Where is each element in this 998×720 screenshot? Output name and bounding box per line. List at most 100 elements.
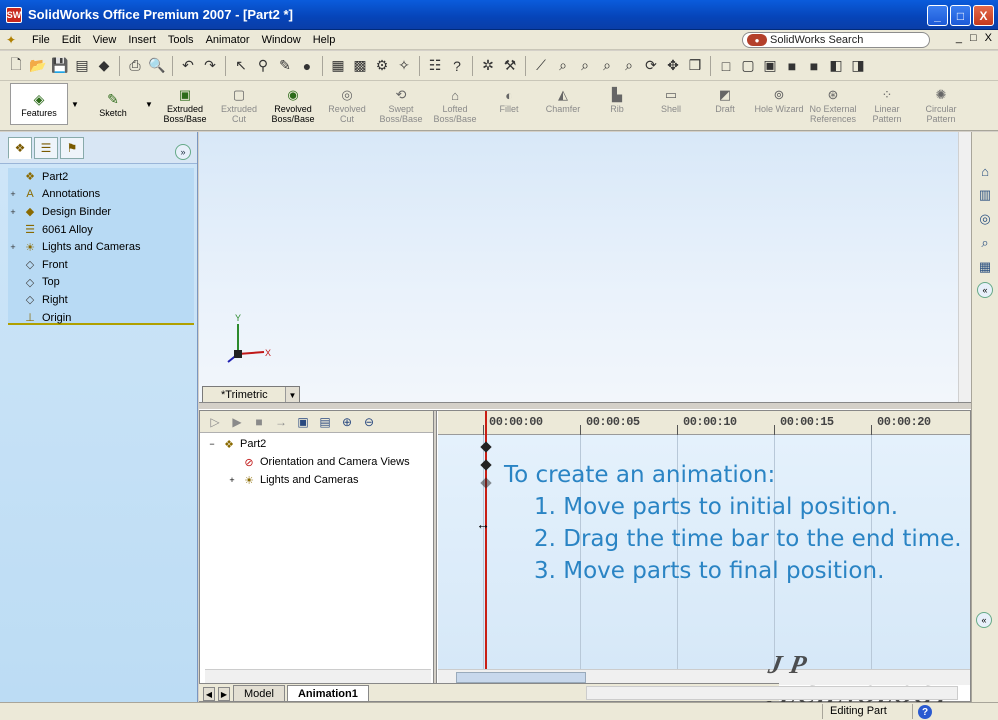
graphics-area[interactable] (199, 132, 971, 402)
configuration-manager-tab-icon[interactable]: ⚑ (60, 136, 84, 159)
tool-chamfer[interactable]: ◭ Chamfer (536, 81, 590, 124)
motion-tree-item[interactable]: + ☀ Lights and Cameras (206, 471, 432, 489)
zoom-selection-icon[interactable]: ⌕ (619, 56, 639, 76)
doc-close-button[interactable]: X (985, 32, 992, 44)
feature-tree-item[interactable]: ⊥ Origin (8, 309, 194, 327)
feature-tree-item[interactable]: ◇ Front (8, 256, 194, 274)
options-icon[interactable]: ⚙ (372, 56, 392, 76)
make-drawing-icon[interactable]: ▤ (72, 56, 92, 76)
tab-sketch[interactable]: ✎ Sketch (84, 83, 142, 125)
help-icon[interactable]: ? (447, 56, 467, 76)
feature-tree-item[interactable]: ❖ Part2 (8, 168, 194, 186)
grid-icon[interactable]: ▦ (328, 56, 348, 76)
feature-tree-item[interactable]: + ◆ Design Binder (8, 203, 194, 221)
redo-icon[interactable]: ↷ (200, 56, 220, 76)
solidworks-app-icon[interactable]: SW (6, 6, 22, 23)
zoom-out-timeline-icon[interactable]: ⊖ (360, 413, 378, 431)
property-manager-tab-icon[interactable]: ☰ (34, 136, 58, 159)
design-library-icon[interactable]: ▥ (976, 186, 994, 204)
zoom-in-timeline-icon[interactable]: ⊕ (338, 413, 356, 431)
tool-revolve-cut[interactable]: ◎ Revolved Cut (320, 81, 374, 124)
feature-tree-item[interactable]: + A Annotations (8, 186, 194, 204)
tool-no-ext-ref[interactable]: ⊛ No External References (806, 81, 860, 124)
close-button[interactable]: X (973, 5, 994, 26)
hidden-lines-visible-icon[interactable]: ▢ (738, 56, 758, 76)
wireframe-icon[interactable]: □ (716, 56, 736, 76)
menu-help[interactable]: Help (307, 34, 342, 46)
expand-timeline-icon[interactable]: « (976, 612, 992, 628)
animator-icon[interactable]: ✲ (478, 56, 498, 76)
zoom-fit-icon[interactable]: ⌕ (553, 56, 573, 76)
rotate-view-icon[interactable]: ⟳ (641, 56, 661, 76)
tool-linear-pattern[interactable]: ⁘ Linear Pattern (860, 81, 914, 124)
tool-circular-pattern[interactable]: ✺ Circular Pattern (914, 81, 968, 124)
minimize-button[interactable]: _ (927, 5, 948, 26)
chevron-down-icon[interactable]: ▼ (285, 387, 299, 403)
shaded-edges-icon[interactable]: ■ (782, 56, 802, 76)
standard-views-icon[interactable]: ❒ (685, 56, 705, 76)
properties-icon[interactable]: ☷ (425, 56, 445, 76)
home-icon[interactable]: ⌂ (976, 162, 994, 180)
photoworks-icon[interactable]: ✧ (394, 56, 414, 76)
tool-loft[interactable]: ⌂ Lofted Boss/Base (428, 81, 482, 125)
tool-draft[interactable]: ◩ Draft (698, 81, 752, 124)
features-dropdown-icon[interactable]: ▼ (70, 83, 80, 125)
zoom-in-out-icon[interactable]: ⌕ (597, 56, 617, 76)
undo-icon[interactable]: ↶ (178, 56, 198, 76)
menu-view[interactable]: View (87, 34, 123, 46)
playback-mode-icon[interactable]: → (272, 413, 290, 431)
section-view-icon[interactable]: ◨ (848, 56, 868, 76)
feature-tree-item[interactable]: ☰ 6061 Alloy (8, 221, 194, 239)
tool-revolve-boss[interactable]: ◉ Revolved Boss/Base (266, 81, 320, 124)
select-arrow-icon[interactable]: ↖ (231, 56, 251, 76)
feature-tree-tab-icon[interactable]: ❖ (8, 136, 32, 159)
feature-tree-item[interactable]: ◇ Top (8, 274, 194, 292)
print-icon[interactable]: ⎙ (125, 56, 145, 76)
doc-restore-button[interactable]: □ (970, 32, 977, 44)
search-icon[interactable]: ⌕ (976, 234, 994, 252)
feature-tree-item[interactable]: + ☀ Lights and Cameras (8, 238, 194, 256)
expand-icon[interactable]: + (8, 207, 18, 217)
menu-animator[interactable]: Animator (200, 34, 256, 46)
zoom-area-icon[interactable]: ⌕ (575, 56, 595, 76)
sketch-pen-icon[interactable]: ✎ (275, 56, 295, 76)
status-help-icon[interactable]: ? (918, 705, 932, 719)
tool-extrude-boss[interactable]: ▣ Extruded Boss/Base (158, 81, 212, 124)
motion-tree-horizontal-scrollbar[interactable] (205, 669, 431, 683)
view-palette-icon[interactable]: ▦ (976, 258, 994, 276)
expand-icon[interactable]: + (8, 242, 18, 252)
file-explorer-icon[interactable]: ◎ (976, 210, 994, 228)
menu-edit[interactable]: Edit (56, 34, 87, 46)
doc-minimize-button[interactable]: _ (956, 32, 962, 44)
stop-icon[interactable]: ■ (250, 413, 268, 431)
shaded-icon[interactable]: ■ (804, 56, 824, 76)
tab-model[interactable]: Model (233, 685, 285, 701)
save-icon[interactable]: 💾 (50, 56, 70, 76)
orient-icon[interactable]: ⟋ (531, 56, 551, 76)
animation-wizard-icon[interactable]: ▤ (316, 413, 334, 431)
motion-tree-item[interactable]: ⊘ Orientation and Camera Views (206, 453, 432, 471)
sketch-dropdown-icon[interactable]: ▼ (144, 83, 154, 125)
feature-tree-item[interactable]: ◇ Right (8, 291, 194, 309)
tool-sweep[interactable]: ⟲ Swept Boss/Base (374, 81, 428, 124)
menu-insert[interactable]: Insert (122, 34, 162, 46)
save-animation-icon[interactable]: ▣ (294, 413, 312, 431)
open-folder-icon[interactable]: 📂 (28, 56, 48, 76)
tab-animation1[interactable]: Animation1 (286, 685, 369, 701)
tool-rib[interactable]: ▙ Rib (590, 81, 644, 124)
new-document-icon[interactable]: 🗋 (6, 56, 26, 76)
rebuild-icon[interactable]: ● (297, 56, 317, 76)
hidden-lines-removed-icon[interactable]: ▣ (760, 56, 780, 76)
tool-hole-wizard[interactable]: ⊚ Hole Wizard (752, 81, 806, 124)
tab-scroll-right-icon[interactable]: ▶ (218, 687, 230, 701)
tool-extrude-cut[interactable]: ▢ Extruded Cut (212, 81, 266, 124)
document-horizontal-scrollbar[interactable] (586, 686, 958, 700)
timeline-scroll-thumb[interactable] (456, 672, 586, 683)
solidworks-search[interactable]: ● SolidWorks Search (742, 32, 930, 48)
motion-manager-splitter[interactable] (199, 402, 971, 410)
expand-panel-icon[interactable]: » (175, 144, 191, 160)
tab-scroll-left-icon[interactable]: ◀ (203, 687, 215, 701)
tool-fillet[interactable]: ◐ Fillet (482, 81, 536, 124)
play-from-start-icon[interactable]: ▷ (206, 413, 224, 431)
toolbox-icon[interactable]: ⚒ (500, 56, 520, 76)
